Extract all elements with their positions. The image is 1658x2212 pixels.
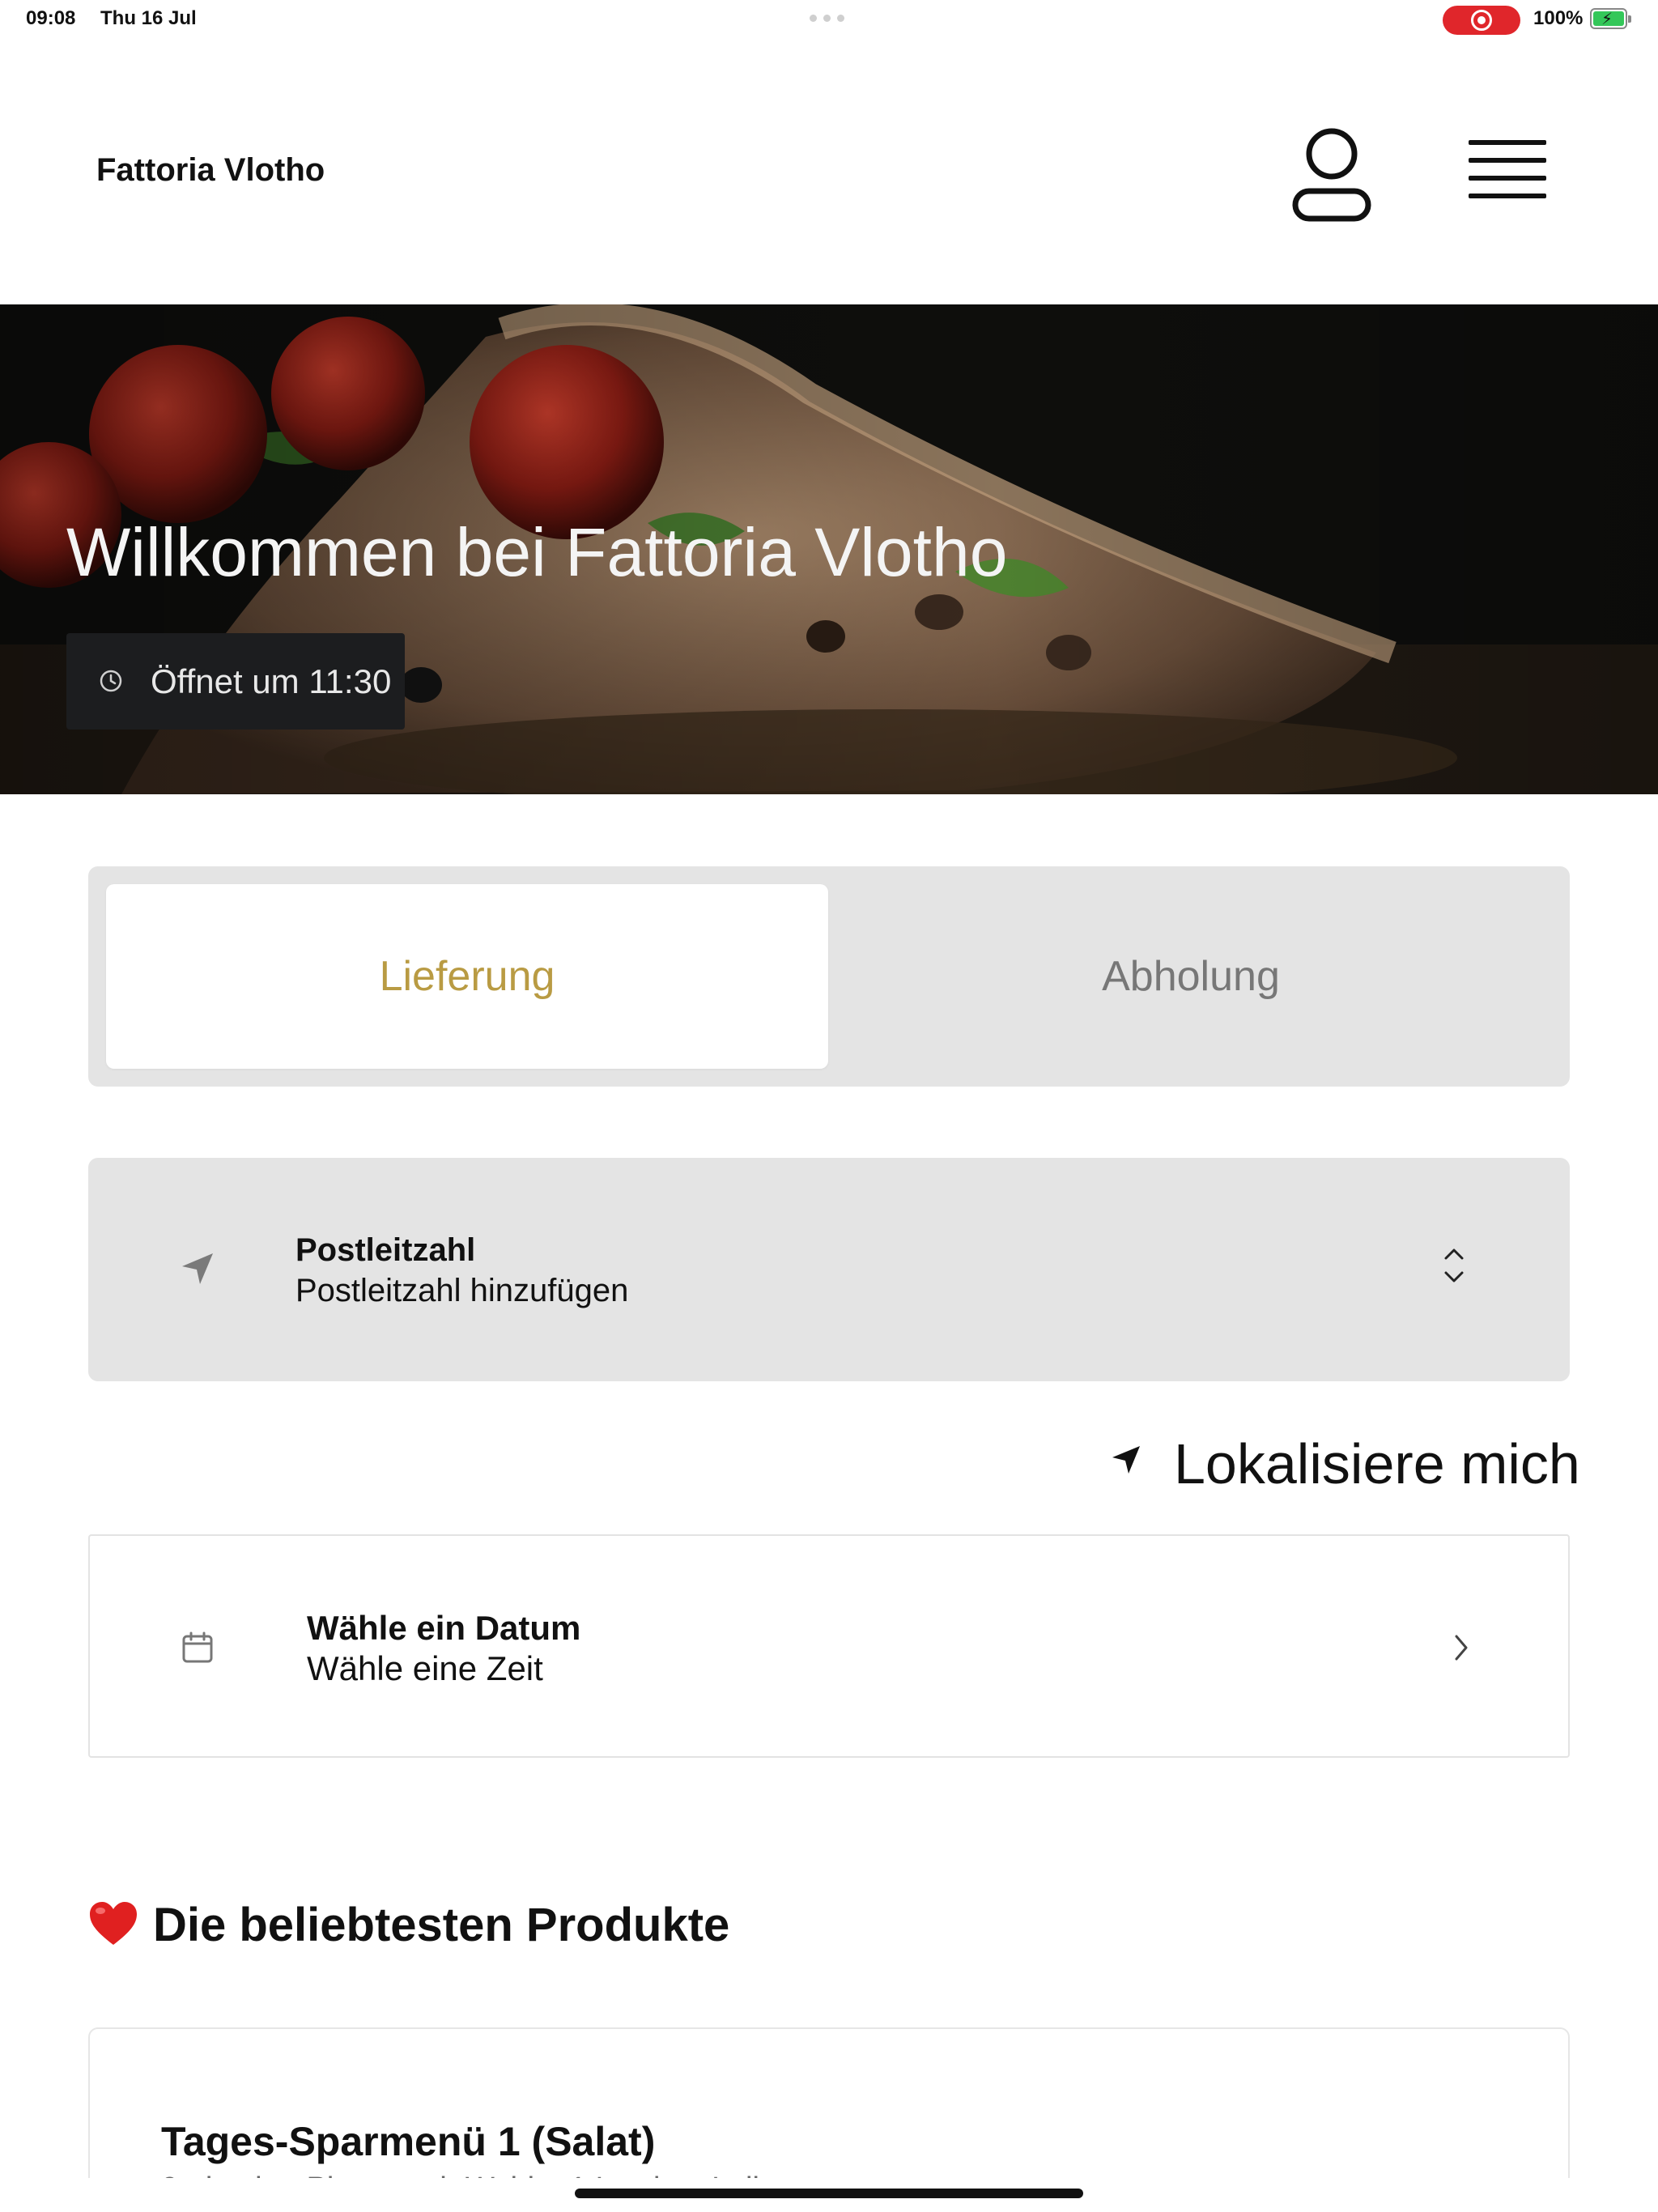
hero-title: Willkommen bei Fattoria Vlotho: [66, 514, 1008, 590]
location-arrow-icon: [182, 1253, 213, 1284]
status-time: 09:08: [26, 7, 76, 29]
app-screen: 09:08 Thu 16 Jul 100% ⚡ Fattoria Vlotho: [0, 0, 1658, 2212]
tab-delivery[interactable]: Lieferung: [106, 884, 828, 1069]
chevron-right-icon: [1455, 1635, 1468, 1661]
status-bar: 09:08 Thu 16 Jul 100% ⚡: [0, 0, 1658, 39]
menu-button[interactable]: [1464, 134, 1550, 206]
calendar-icon: [182, 1631, 213, 1663]
date-time-picker[interactable]: Wähle ein Datum Wähle eine Zeit: [88, 1534, 1570, 1758]
tab-pickup[interactable]: Abholung: [830, 884, 1552, 1069]
locate-me-label: Lokalisiere mich: [1174, 1432, 1580, 1495]
user-account-button[interactable]: [1287, 121, 1376, 227]
battery-icon: ⚡: [1590, 8, 1631, 29]
battery-percent: 100%: [1533, 7, 1584, 29]
date-label: Wähle ein Datum: [307, 1609, 581, 1647]
locate-me-button[interactable]: Lokalisiere mich: [1109, 1428, 1580, 1495]
home-indicator[interactable]: [575, 2189, 1083, 2198]
postal-code-input[interactable]: Postleitzahl hinzufügen: [295, 1273, 628, 1309]
product-title: Tages-Sparmenü 1 (Salat): [161, 2119, 656, 2164]
opening-hours-text: Öffnet um 11:30: [151, 662, 392, 700]
popular-products-heading: Die beliebtesten Produkte: [88, 1896, 729, 1953]
clock-icon: [100, 670, 122, 692]
hamburger-menu-icon: [1469, 140, 1546, 145]
postal-code-label: Postleitzahl: [295, 1232, 476, 1268]
status-date: Thu 16 Jul: [100, 7, 197, 29]
time-label: Wähle eine Zeit: [307, 1649, 543, 1687]
opening-hours-badge: Öffnet um 11:30: [66, 633, 405, 730]
order-mode-switch: Lieferung Abholung: [88, 866, 1570, 1087]
chevron-up-down-icon: [1444, 1249, 1464, 1283]
popular-products-title: Die beliebtesten Produkte: [153, 1898, 730, 1951]
charging-bolt-icon: ⚡: [1601, 11, 1613, 28]
postal-code-field[interactable]: Postleitzahl Postleitzahl hinzufügen: [88, 1158, 1570, 1381]
location-arrow-icon: [1112, 1446, 1140, 1474]
heart-icon: [90, 1902, 137, 1945]
user-icon: [1292, 128, 1371, 222]
screen-recording-indicator[interactable]: [1443, 6, 1520, 35]
hero-banner: Willkommen bei Fattoria Vlotho Öffnet um…: [0, 304, 1658, 794]
brand-name[interactable]: Fattoria Vlotho: [96, 152, 325, 189]
multitasking-dots-icon[interactable]: [810, 15, 848, 22]
